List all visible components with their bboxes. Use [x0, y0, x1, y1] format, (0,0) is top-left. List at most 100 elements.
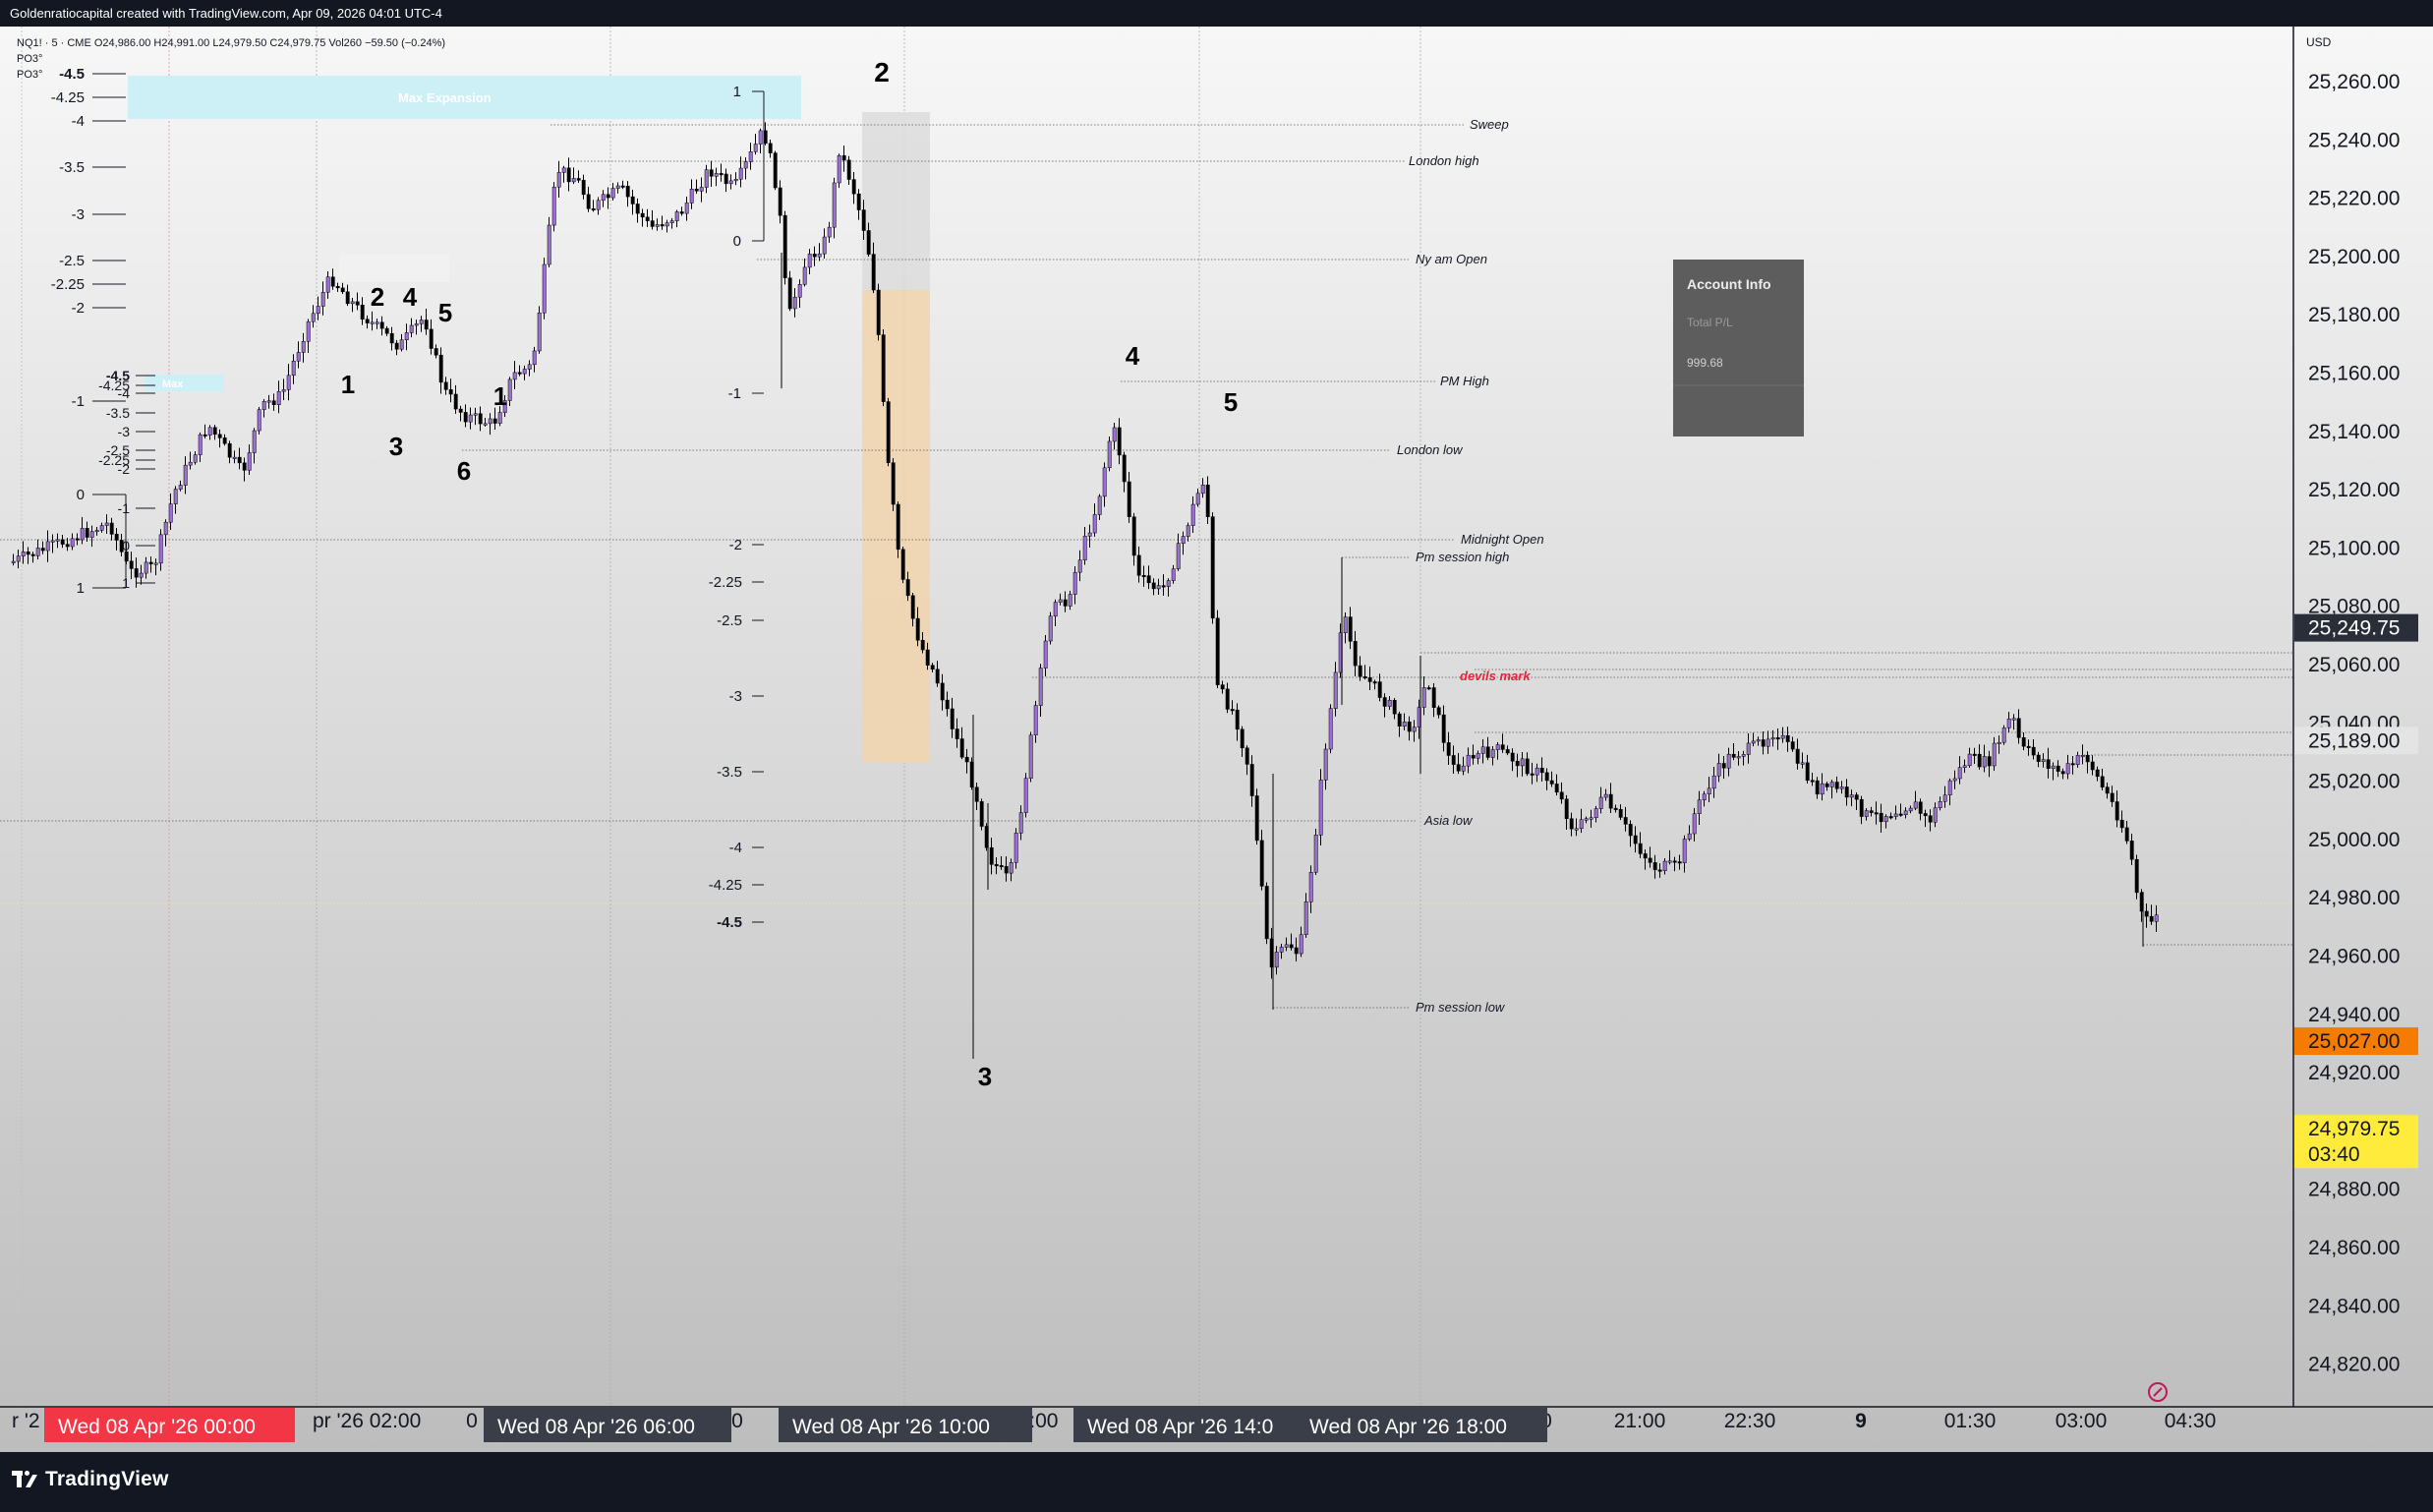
candle-body — [1053, 602, 1058, 616]
candle-body — [1947, 780, 1952, 796]
candle-body — [2011, 718, 2016, 721]
candle-body — [1805, 762, 1810, 781]
candle-body — [311, 313, 316, 322]
candle-body — [837, 155, 841, 184]
candle-body — [787, 277, 792, 310]
candle-body — [1623, 817, 1628, 825]
indicator-label[interactable]: PO3° — [17, 53, 42, 65]
candle-body — [448, 389, 453, 395]
candle-body — [1372, 681, 1377, 684]
chart-area[interactable]: Max Expansion Max Sweep London high Ny am O… — [0, 27, 2433, 1452]
max-zone-label: Max — [162, 378, 184, 390]
candle-body — [1289, 944, 1294, 949]
fib-left-large-label: -2.5 — [59, 253, 85, 269]
price-chart[interactable]: Max Expansion Max Sweep London high Ny am O… — [0, 27, 2433, 1452]
candle-body — [1844, 786, 1849, 798]
candle-body — [1377, 681, 1382, 698]
candle-body — [11, 560, 16, 563]
candle-body — [45, 541, 50, 552]
price-tick: 25,140.00 — [2308, 421, 2400, 443]
candle-body — [1087, 532, 1092, 537]
candle-body — [1928, 815, 1933, 823]
price-tick: 25,120.00 — [2308, 479, 2400, 501]
candle-body — [1874, 812, 1879, 815]
candle-body — [1490, 749, 1495, 758]
candle-body — [463, 412, 468, 423]
candle-body — [409, 324, 414, 333]
price-axis[interactable]: USD 25,260.00 25,240.00 25,220.00 25,200.00… — [2292, 27, 2433, 1452]
candle-body — [1136, 554, 1141, 576]
candle-body — [1923, 813, 1928, 817]
candle-body — [861, 209, 866, 231]
candle-body — [1667, 860, 1672, 863]
candle-body — [350, 301, 355, 305]
tradingview-logo[interactable]: TradingView — [12, 1468, 169, 1491]
candle-body — [1775, 737, 1780, 740]
candle-body — [1987, 756, 1992, 767]
candle-body — [99, 525, 104, 531]
candle-body — [247, 452, 252, 471]
level-label: PM High — [1440, 374, 1489, 388]
candle-body — [832, 182, 837, 228]
candle-body — [522, 369, 527, 375]
candle-body — [994, 864, 999, 867]
candle-body — [846, 159, 851, 180]
candle-body — [1333, 671, 1338, 709]
candle-body — [1569, 818, 1574, 830]
indicator-label[interactable]: PO3° — [17, 69, 42, 81]
candle-body — [945, 699, 950, 710]
time-axis[interactable]: r '2pr '26 02:00002:0014:0021:0022:30901… — [0, 1406, 2433, 1442]
candle-body — [758, 130, 763, 145]
candle-body — [384, 327, 389, 334]
candle-body — [104, 522, 109, 526]
fib-mid-lower-label: -4.25 — [709, 877, 742, 894]
candle-body — [1883, 816, 1888, 823]
candle-body — [1918, 801, 1923, 814]
countdown-label: 03:40 — [2308, 1143, 2360, 1166]
swing-number: 1 — [341, 370, 355, 399]
candle-body — [748, 151, 753, 162]
account-info-box: Account Info Total P/L 999.68 — [1673, 260, 1804, 436]
candle-body — [1446, 742, 1451, 756]
candle-body — [1210, 516, 1215, 619]
candle-body — [1230, 709, 1235, 712]
candle-body — [266, 400, 271, 403]
session-highlight-label: Wed 08 Apr '26 06:00 — [497, 1416, 695, 1438]
candle-body — [2031, 746, 2036, 756]
candle-body — [1525, 758, 1530, 775]
candle-body — [1190, 503, 1195, 526]
candle-body — [792, 296, 797, 310]
candle-body — [173, 489, 178, 504]
fib-left-small-label: -3 — [118, 424, 131, 439]
candle-body — [1313, 835, 1318, 873]
candle-body — [1942, 794, 1947, 802]
candle-body — [1780, 734, 1785, 739]
price-tick: 25,220.00 — [2308, 188, 2400, 210]
candle-body — [144, 561, 148, 574]
candle-body — [615, 185, 620, 189]
candle-body — [1107, 440, 1112, 469]
candle-body — [699, 187, 704, 192]
candle-body — [1122, 454, 1127, 483]
candle-body — [1195, 493, 1200, 505]
candle-body — [1736, 756, 1741, 759]
candle-body — [807, 254, 812, 268]
candle-body — [1785, 734, 1790, 742]
candle-body — [2075, 755, 2080, 765]
candle-body — [227, 442, 232, 458]
candle-body — [1176, 543, 1181, 569]
magic-wand-icon[interactable] — [2148, 1382, 2168, 1402]
candle-body — [1151, 582, 1156, 590]
candle-body — [955, 728, 959, 739]
candle-body — [1033, 705, 1038, 735]
candle-body — [139, 572, 144, 578]
candle-body — [537, 313, 542, 352]
candle-body — [1358, 665, 1362, 677]
account-info-title: Account Info — [1687, 276, 1771, 292]
candle-body — [1092, 514, 1097, 534]
candle-body — [1702, 793, 1707, 800]
candle-body — [625, 185, 630, 198]
candle-body — [1682, 839, 1687, 863]
candle-body — [635, 204, 640, 214]
candle-body — [1166, 580, 1171, 587]
